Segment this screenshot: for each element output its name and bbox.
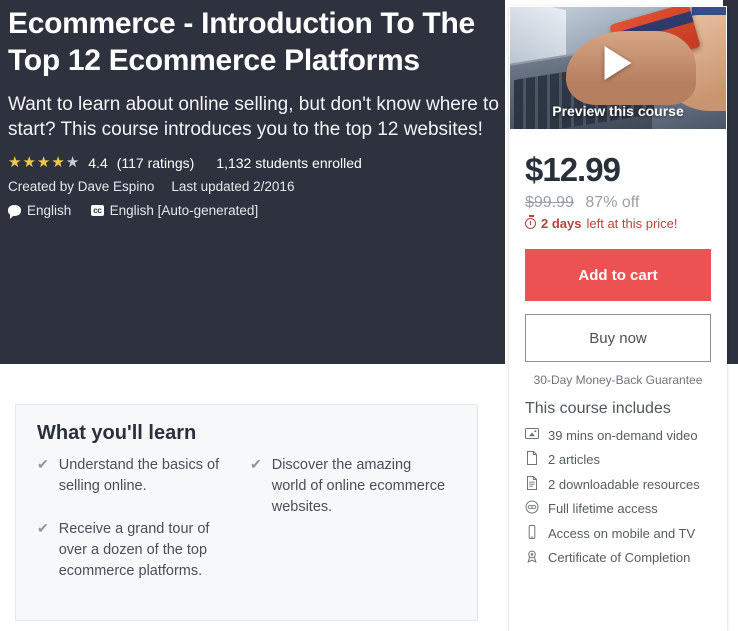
closed-caption-icon: cc	[91, 204, 104, 216]
list-item: ✔ Understand the basics of selling onlin…	[37, 455, 236, 497]
learn-item-text: Discover the amazing world of online eco…	[271, 457, 446, 516]
trophy-icon	[525, 549, 539, 564]
includes-label: 2 downloadable resources	[548, 476, 700, 492]
list-item: Certificate of Completion	[525, 549, 709, 567]
last-updated: Last updated 2/2016	[171, 178, 295, 194]
check-icon: ✔	[37, 520, 49, 537]
learn-item-text: Receive a grand tour of over a dozen of …	[58, 521, 210, 580]
star-empty-icon: ★	[65, 154, 80, 172]
course-preview-video[interactable]: Preview this course	[510, 7, 726, 129]
mobile-icon	[525, 524, 539, 540]
price-block: $12.99 $99.99 87% off 2 days left at thi…	[509, 129, 727, 231]
course-subtitle: Want to learn about online selling, but …	[8, 94, 499, 141]
download-file-icon	[525, 475, 539, 491]
learn-column-right: ✔ Discover the amazing world of online e…	[250, 455, 463, 604]
list-item: 39 mins on-demand video	[525, 427, 709, 445]
course-author[interactable]: Created by Dave Espino	[8, 179, 154, 194]
play-icon[interactable]	[604, 46, 632, 81]
includes-label: Full lifetime access	[548, 501, 658, 517]
includes-list: 39 mins on-demand video 2 articles 2 dow…	[525, 427, 727, 568]
star-rating[interactable]: ★ ★ ★ ★ ★	[8, 155, 79, 170]
includes-label: 39 mins on-demand video	[548, 428, 698, 443]
learn-column-left: ✔ Understand the basics of selling onlin…	[37, 455, 250, 604]
check-icon: ✔	[250, 456, 262, 472]
countdown-suffix: left at this price!	[586, 216, 678, 231]
price-discount-row: $99.99 87% off	[525, 194, 711, 212]
rating-value: 4.4	[88, 154, 108, 171]
current-price: $12.99	[525, 151, 621, 188]
list-item: Access on mobile and TV	[525, 524, 709, 543]
check-icon: ✔	[37, 456, 49, 472]
star-icon: ★	[8, 154, 22, 172]
page-title: Ecommerce - Introduction To The Top 12 E…	[8, 7, 475, 77]
star-icon: ★	[36, 154, 51, 172]
preview-caption: Preview this course	[552, 103, 684, 119]
speech-bubble-icon	[8, 204, 21, 219]
buy-now-button[interactable]: Buy now	[525, 314, 711, 362]
course-landing-page: Ecommerce - Introduction To The Top 12 E…	[0, 0, 738, 631]
course-language: English	[8, 202, 72, 219]
original-price: $99.99	[525, 194, 574, 211]
section-heading: What you'll learn	[37, 422, 197, 444]
course-captions-label: English [Auto-generated]	[109, 202, 259, 218]
course-captions: cc English [Auto-generated]	[91, 203, 258, 218]
video-icon	[525, 427, 539, 442]
infinity-icon	[525, 500, 539, 515]
purchase-card: Preview this course $12.99 $99.99 87% of…	[509, 6, 727, 631]
includes-label: 2 articles	[548, 452, 601, 468]
add-to-cart-button[interactable]: Add to cart	[525, 249, 711, 301]
article-icon	[525, 451, 539, 466]
star-icon: ★	[22, 154, 36, 172]
course-language-label: English	[27, 202, 72, 218]
list-item: Full lifetime access	[525, 500, 709, 518]
includes-label: Access on mobile and TV	[548, 525, 696, 541]
list-item: ✔ Receive a grand tour of over a dozen o…	[37, 519, 236, 582]
byline-row: Created by Dave Espino Last updated 2/20…	[8, 179, 500, 194]
rating-count[interactable]: (117 ratings)	[117, 155, 195, 171]
learn-columns: ✔ Understand the basics of selling onlin…	[37, 455, 463, 604]
list-item: 2 articles	[525, 451, 709, 469]
countdown-days: 2 days	[541, 216, 582, 231]
price-countdown: 2 days left at this price!	[525, 215, 711, 231]
hero-content: Ecommerce - Introduction To The Top 12 E…	[8, 6, 500, 219]
includes-heading: This course includes	[525, 400, 671, 417]
rating-row: ★ ★ ★ ★ ★ 4.4 (117 ratings) 1,132 studen…	[8, 155, 500, 171]
list-item: ✔ Discover the amazing world of online e…	[250, 455, 449, 518]
students-enrolled: 1,132 students enrolled	[216, 154, 362, 171]
discount-percent: 87% off	[585, 194, 640, 211]
timer-icon	[525, 215, 536, 229]
learn-item-text: Understand the basics of selling online.	[58, 457, 220, 495]
money-back-guarantee: 30-Day Money-Back Guarantee	[533, 373, 703, 387]
list-item: 2 downloadable resources	[525, 475, 709, 494]
what-you-will-learn-section: What you'll learn ✔ Understand the basic…	[15, 404, 478, 621]
star-icon: ★	[51, 154, 65, 172]
language-row: English cc English [Auto-generated]	[8, 202, 500, 219]
includes-label: Certificate of Completion	[548, 550, 691, 566]
